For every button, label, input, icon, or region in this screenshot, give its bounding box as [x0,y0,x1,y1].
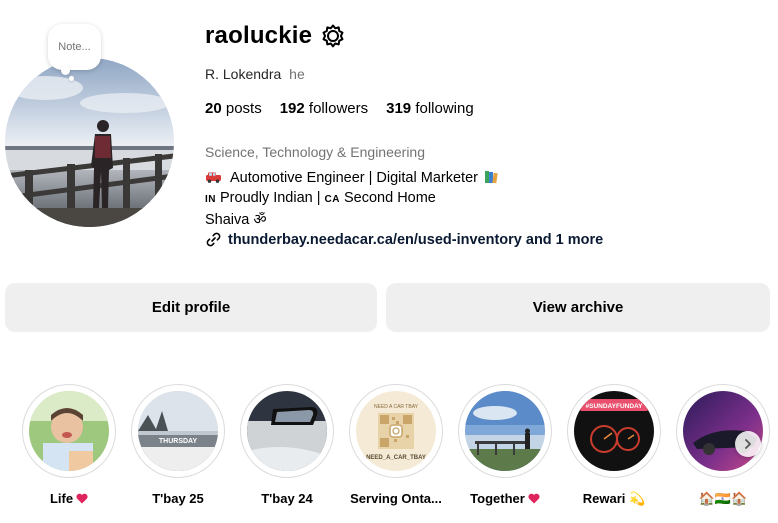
full-name-row: R. Lokendra he [205,66,305,82]
highlight-ring [22,384,116,478]
highlight-ring [458,384,552,478]
highlight-ring: THURSDAY [131,384,225,478]
books-icon [484,170,499,184]
full-name: R. Lokendra [205,66,282,82]
highlight-label-text: Life [49,491,74,506]
followers-label: followers [308,100,369,117]
highlight-cover: #SUNDAYFUNDAY [574,391,654,471]
highlight-cover [29,391,109,471]
highlight-label: Rewari 💫 [582,491,646,506]
username: raoluckie [205,22,313,49]
sunday-funday-text: #SUNDAYFUNDAY [586,403,644,410]
followers-count: 192 [279,100,305,117]
highlight-cover [247,391,327,471]
highlight-cover: THURSDAY [138,391,218,471]
bio-line-2-text-1: Proudly Indian | [220,190,321,206]
car-icon [205,169,222,183]
highlight-rewari[interactable]: #SUNDAYFUNDAY Rewari 💫 [565,384,663,507]
username-row: raoluckie [205,22,346,50]
note-placeholder: Note... [58,41,91,53]
gear-icon[interactable] [320,23,346,49]
edit-profile-button[interactable]: Edit profile [5,283,377,332]
profile-category: Science, Technology & Engineering [205,144,426,160]
canada-flag-code: CA [324,194,340,205]
profile-link-text: thunderbay.needacar.ca/en/used-inventory… [228,231,604,248]
stats-row: 20 posts 192 followers 319 following [205,100,474,117]
edit-profile-label: Edit profile [151,299,231,316]
posts-stat: 20 posts [205,100,262,117]
view-archive-label: View archive [532,299,624,316]
posts-count: 20 [205,100,222,117]
bio-line-2: IN Proudly Indian | CA Second Home [205,188,499,210]
profile-link[interactable]: thunderbay.needacar.ca/en/used-inventory… [205,231,603,248]
bio-line-3: Shaiva ॐ [205,212,267,228]
needacar-small-text: NEED A CAR TBAY [374,404,419,410]
following-count: 319 [386,100,412,117]
bio: Automotive Engineer | Digital Marketer I… [205,168,499,230]
bio-line-2-text-2: Second Home [343,190,436,206]
highlight-label-text: Together [470,491,525,506]
note-bubble-tail [61,66,70,75]
highlight-ring: NEED A CAR TBAY NEED_A_CAR_TBAY [349,384,443,478]
chevron-right-icon[interactable] [735,431,761,457]
highlight-label: Life [20,491,118,506]
need-a-car-text: NEED_A_CAR_TBAY [366,455,426,461]
link-icon [205,231,222,248]
thursday-text: THURSDAY [159,438,198,445]
posts-label: posts [225,100,262,117]
note-bubble[interactable]: Note... [48,24,101,70]
avatar[interactable] [5,58,174,227]
bio-line-1-text: Automotive Engineer | Digital Marketer [230,170,478,186]
highlight-label: T'bay 25 [152,491,204,506]
highlight-ring [676,384,770,478]
avatar-photo [5,58,174,227]
followers-stat[interactable]: 192 followers [280,100,368,117]
profile-page: Note... raoluckie R. Lokendra he 20 post… [0,0,778,523]
view-archive-button[interactable]: View archive [386,283,770,332]
highlight-tbay-25[interactable]: THURSDAY T'bay 25 [129,384,227,506]
following-label: following [415,100,474,117]
highlight-label: 🏠🇮🇳🏠 [698,491,748,506]
highlight-cover [465,391,545,471]
highlight-life[interactable]: Life [20,384,118,506]
pronouns: he [289,66,305,82]
highlight-ring: #SUNDAYFUNDAY [567,384,661,478]
highlight-label: Serving Onta... [350,491,442,506]
highlight-cover: NEED A CAR TBAY NEED_A_CAR_TBAY [356,391,436,471]
highlight-serving-ontario[interactable]: NEED A CAR TBAY NEED_A_CAR_TBAY Serving … [347,384,445,506]
india-flag-code: IN [205,194,216,205]
bio-line-1: Automotive Engineer | Digital Marketer [205,168,499,188]
heart-icon [76,492,88,504]
note-bubble-tail-small [69,76,74,81]
highlight-label: Together [456,491,554,506]
heart-icon [528,492,540,504]
highlight-ring [240,384,334,478]
highlight-label: T'bay 24 [261,491,313,506]
highlight-together[interactable]: Together [456,384,554,506]
highlight-tbay-24[interactable]: T'bay 24 [238,384,336,506]
following-stat[interactable]: 319 following [386,100,474,117]
